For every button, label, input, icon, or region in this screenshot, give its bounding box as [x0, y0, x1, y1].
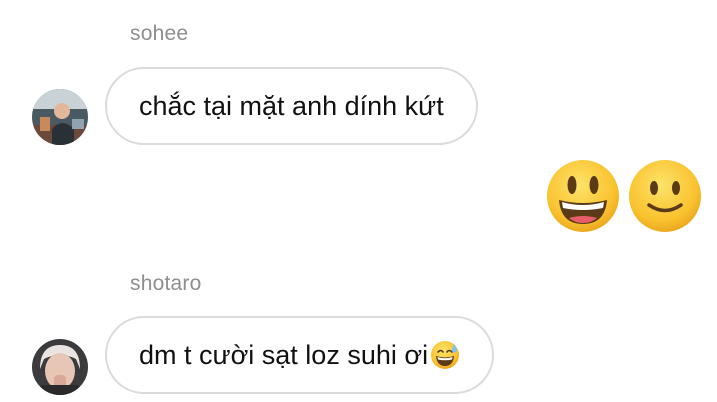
- slightly-smiling-face-icon: [627, 158, 703, 234]
- sender-name-shotaro: shotaro: [130, 272, 202, 295]
- message-text: dm t cười sạt loz suhi ơi: [139, 339, 429, 370]
- message-bubble[interactable]: dm t cười sạt loz suhi ơi: [105, 316, 495, 394]
- my-emoji-message[interactable]: [545, 158, 703, 234]
- chat-thread: sohee chắc tại mặt anh dính kứt shotaro …: [0, 0, 717, 402]
- grinning-face-sweat-icon: [430, 340, 460, 370]
- sender-name-sohee: sohee: [130, 22, 189, 45]
- message-bubble[interactable]: chắc tại mặt anh dính kứt: [105, 67, 478, 145]
- avatar-photo-icon: [32, 89, 88, 145]
- avatar-sohee[interactable]: [32, 89, 88, 145]
- message-text: chắc tại mặt anh dính kứt: [139, 90, 444, 121]
- avatar-shotaro[interactable]: [32, 339, 88, 395]
- avatar-photo-icon: [32, 339, 88, 395]
- grinning-face-big-eyes-icon: [545, 158, 621, 234]
